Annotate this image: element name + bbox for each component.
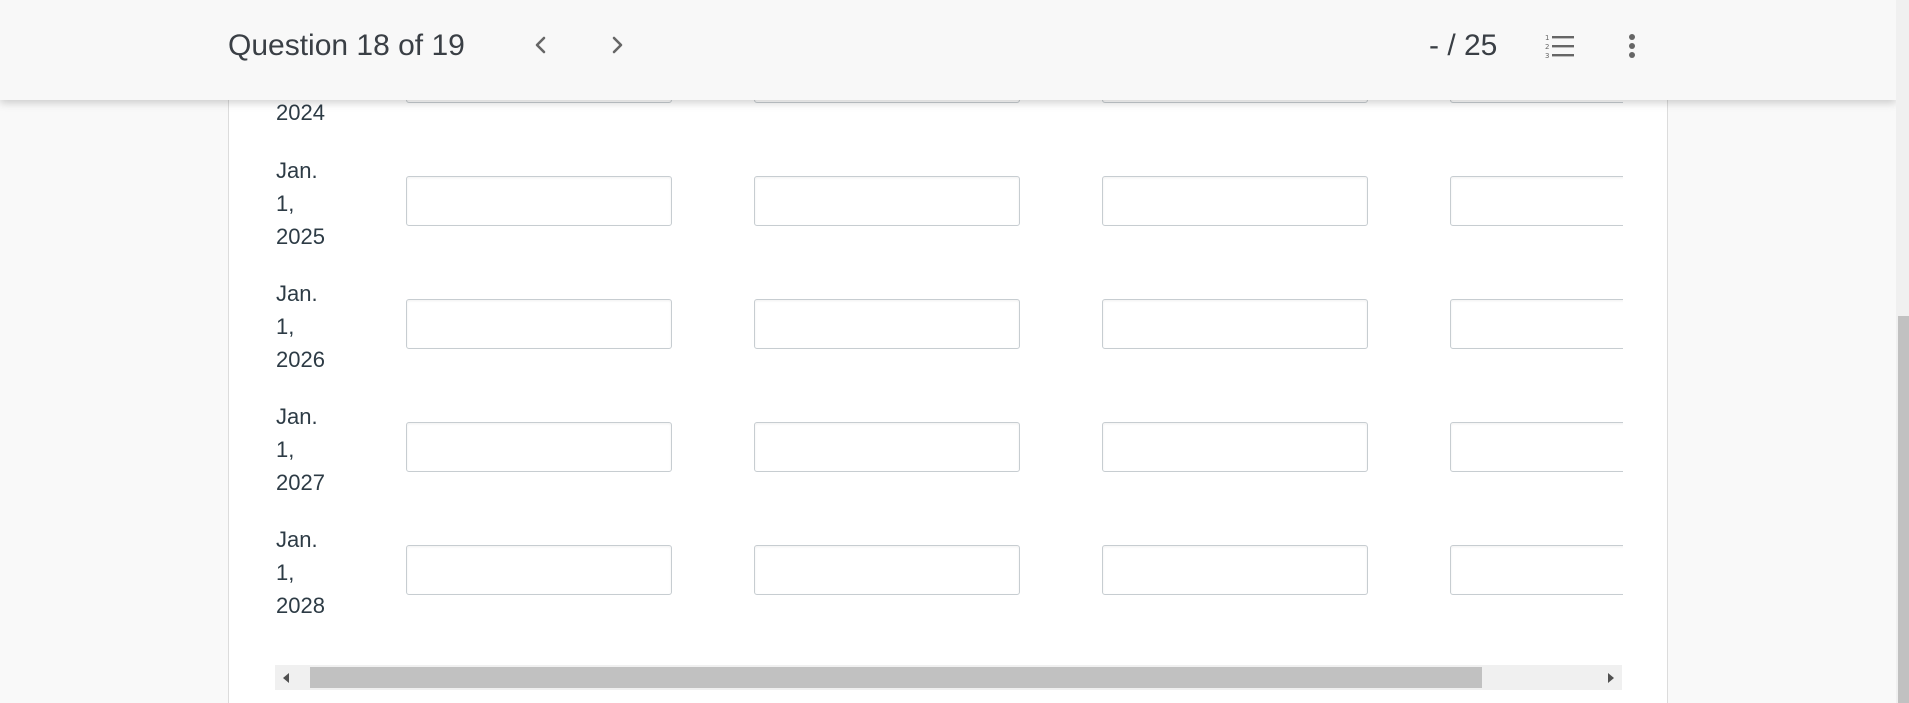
answer-input[interactable] <box>406 299 672 349</box>
scroll-left-button[interactable] <box>275 665 297 690</box>
vertical-scrollbar[interactable] <box>1896 0 1909 703</box>
answer-input[interactable] <box>406 176 672 226</box>
question-list-button[interactable]: 1 2 3 <box>1542 30 1578 62</box>
row-label: Jan. 1, 2026 <box>276 281 325 372</box>
answer-input[interactable] <box>1450 545 1623 595</box>
points-score: - / 25 <box>1429 29 1498 62</box>
horizontal-scrollbar[interactable] <box>275 665 1622 690</box>
scroll-right-button[interactable] <box>1600 665 1622 690</box>
svg-text:2: 2 <box>1545 43 1549 51</box>
chevron-left-icon <box>535 36 546 54</box>
triangle-left-icon <box>283 672 289 683</box>
svg-text:1: 1 <box>1545 34 1549 42</box>
more-options-button[interactable] <box>1620 30 1644 62</box>
answer-input[interactable] <box>1102 422 1368 472</box>
answer-input[interactable] <box>1450 176 1623 226</box>
previous-question-button[interactable] <box>525 30 555 60</box>
answer-input[interactable] <box>406 545 672 595</box>
answer-input[interactable] <box>1102 545 1368 595</box>
answer-input[interactable] <box>1102 176 1368 226</box>
answer-input[interactable] <box>754 299 1020 349</box>
triangle-right-icon <box>1608 672 1614 683</box>
horizontal-scrollbar-thumb[interactable] <box>310 667 1482 688</box>
answer-input[interactable] <box>754 545 1020 595</box>
answer-input[interactable] <box>1450 299 1623 349</box>
answer-input[interactable] <box>1102 299 1368 349</box>
svg-text:3: 3 <box>1545 52 1549 59</box>
answer-input[interactable] <box>754 176 1020 226</box>
vertical-scrollbar-thumb[interactable] <box>1898 316 1909 703</box>
answer-input[interactable] <box>754 422 1020 472</box>
quiz-page: 2024 Jan. 1, 2025 Jan. 1, 2026 Jan. 1, 2… <box>0 0 1909 703</box>
quiz-header: Question 18 of 19 - / 25 1 2 3 <box>0 0 1896 100</box>
row-label: Jan. 1, 2027 <box>276 404 325 495</box>
answer-input[interactable] <box>406 422 672 472</box>
kebab-menu-icon <box>1629 34 1635 58</box>
question-counter: Question 18 of 19 <box>228 29 465 62</box>
numbered-list-icon: 1 2 3 <box>1545 34 1574 59</box>
chevron-right-icon <box>612 36 623 54</box>
next-question-button[interactable] <box>603 30 633 60</box>
row-label: Jan. 1, 2028 <box>276 527 325 618</box>
question-card: 2024 Jan. 1, 2025 Jan. 1, 2026 Jan. 1, 2… <box>228 0 1668 703</box>
row-label: Jan. 1, 2025 <box>276 158 325 249</box>
answer-input[interactable] <box>1450 422 1623 472</box>
